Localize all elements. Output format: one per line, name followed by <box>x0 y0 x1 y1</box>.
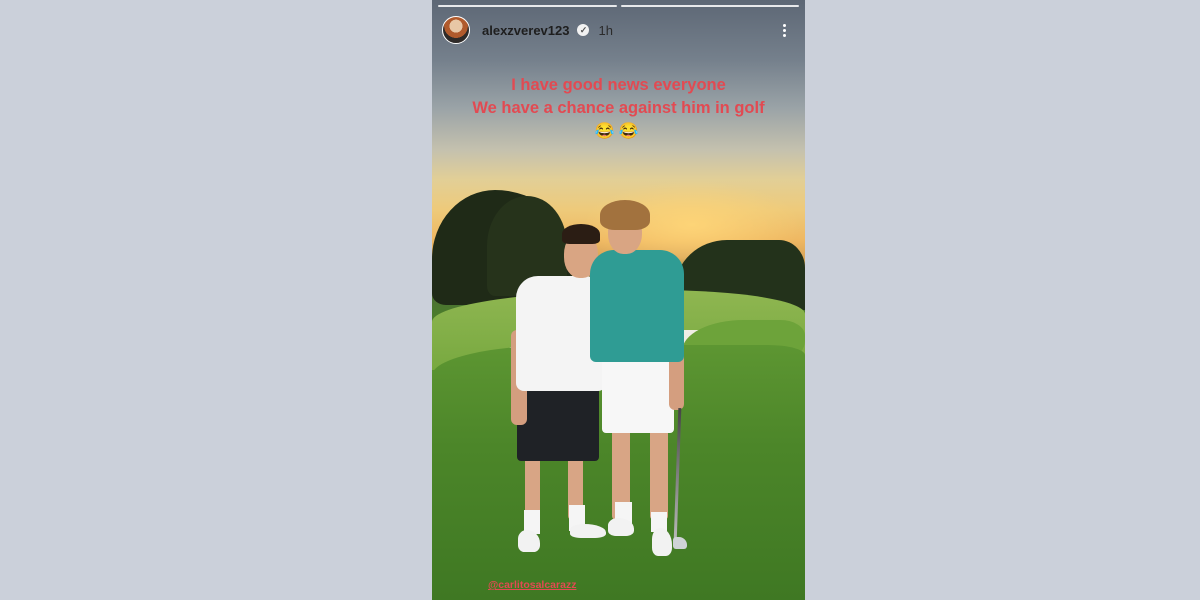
caption-line-2: We have a chance against him in golf <box>472 99 765 117</box>
right-person-shoe-left <box>608 518 634 536</box>
avatar[interactable] <box>442 16 470 44</box>
story-progress-segment <box>620 5 799 7</box>
golf-club-head <box>673 537 687 549</box>
story-progress-bar <box>438 5 799 7</box>
username[interactable]: alexzverev123 <box>482 23 569 38</box>
right-person-hair <box>600 200 650 230</box>
caption-line-1: I have good news everyone <box>511 76 726 94</box>
right-person-shorts <box>602 358 674 433</box>
story-viewer[interactable]: alexzverev123 ✓ 1h I have good news ever… <box>432 0 805 600</box>
laughing-emoji-icon: 😂😂 <box>594 123 643 140</box>
right-person-polo-shirt <box>590 250 684 362</box>
left-person-shoe-right <box>570 524 606 538</box>
story-progress-segment <box>438 5 617 7</box>
post-time: 1h <box>598 22 613 38</box>
more-options-icon[interactable] <box>783 23 787 37</box>
left-person-hair <box>562 224 600 244</box>
story-caption: I have good news everyone We have a chan… <box>432 74 805 143</box>
right-person-leg-right <box>650 425 668 520</box>
mention-tag[interactable]: @carlitosalcarazz <box>488 579 576 591</box>
story-header: alexzverev123 ✓ 1h <box>442 14 797 46</box>
verified-badge-icon: ✓ <box>577 24 590 36</box>
